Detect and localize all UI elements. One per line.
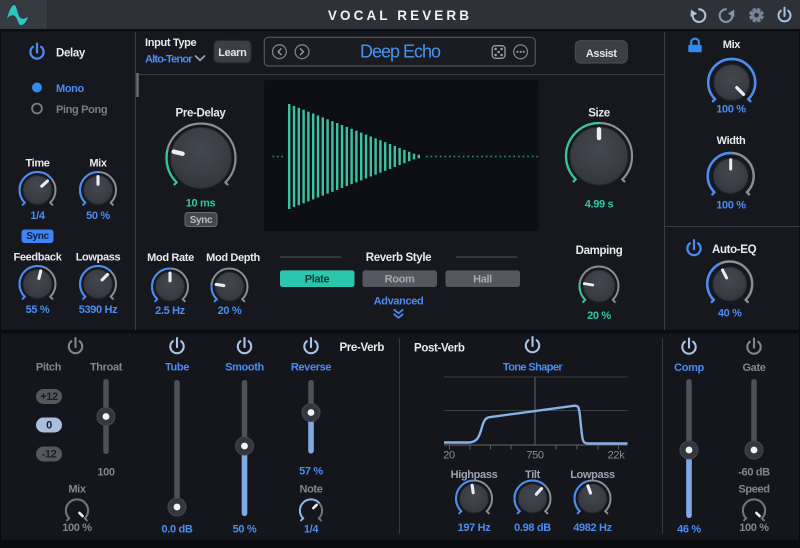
svg-text:Width: Width	[717, 135, 746, 147]
svg-text:100 %: 100 %	[716, 103, 746, 115]
svg-text:Learn: Learn	[218, 47, 247, 59]
svg-text:Pre-Delay: Pre-Delay	[176, 108, 227, 120]
svg-text:Reverse: Reverse	[291, 362, 332, 374]
svg-text:Tilt: Tilt	[525, 469, 541, 481]
svg-text:Mix: Mix	[89, 158, 108, 170]
svg-text:Gate: Gate	[742, 362, 765, 374]
svg-text:57 %: 57 %	[299, 466, 323, 478]
svg-text:100 %: 100 %	[716, 199, 746, 211]
svg-text:Mod Rate: Mod Rate	[147, 252, 194, 264]
svg-text:50 %: 50 %	[86, 210, 110, 222]
svg-text:20 %: 20 %	[218, 305, 242, 317]
svg-text:2.5 Hz: 2.5 Hz	[155, 305, 186, 317]
svg-text:Lowpass: Lowpass	[76, 252, 121, 264]
svg-text:0.98 dB: 0.98 dB	[514, 522, 551, 534]
svg-text:-60 dB: -60 dB	[738, 467, 770, 479]
svg-text:1/4: 1/4	[30, 210, 45, 222]
svg-text:Feedback: Feedback	[14, 252, 63, 264]
svg-text:Speed: Speed	[738, 484, 769, 496]
svg-text:Pre-Verb: Pre-Verb	[339, 342, 384, 354]
svg-text:-12: -12	[42, 449, 57, 461]
svg-text:100 %: 100 %	[62, 522, 92, 534]
svg-text:Alto-Tenor: Alto-Tenor	[145, 53, 193, 65]
svg-text:5390 Hz: 5390 Hz	[79, 304, 118, 316]
svg-text:10 ms: 10 ms	[186, 198, 216, 210]
svg-text:Mix: Mix	[68, 484, 87, 496]
svg-text:Damping: Damping	[576, 245, 623, 257]
svg-text:Delay: Delay	[56, 48, 86, 60]
svg-text:Hall: Hall	[473, 274, 492, 286]
svg-text:Sync: Sync	[190, 215, 213, 226]
svg-text:1/4: 1/4	[304, 524, 319, 536]
svg-text:55 %: 55 %	[26, 304, 50, 316]
svg-text:46 %: 46 %	[677, 524, 701, 536]
svg-text:Tone Shaper: Tone Shaper	[503, 362, 564, 374]
svg-text:0: 0	[46, 420, 52, 432]
svg-text:4.99 s: 4.99 s	[585, 199, 614, 211]
svg-text:Deep Echo: Deep Echo	[360, 42, 441, 62]
svg-text:VOCAL REVERB: VOCAL REVERB	[328, 8, 472, 23]
svg-text:750: 750	[526, 450, 544, 462]
svg-text:100 %: 100 %	[739, 522, 769, 534]
svg-text:40 %: 40 %	[718, 307, 742, 319]
svg-text:Input Type: Input Type	[145, 37, 197, 49]
svg-text:Throat: Throat	[90, 362, 123, 374]
svg-text:22k: 22k	[608, 450, 626, 462]
svg-text:197 Hz: 197 Hz	[458, 522, 492, 534]
svg-text:Comp: Comp	[674, 362, 704, 374]
svg-text:100: 100	[97, 467, 115, 479]
svg-text:Note: Note	[299, 484, 322, 496]
svg-text:Plate: Plate	[305, 274, 330, 286]
svg-text:20: 20	[443, 450, 455, 462]
svg-text:Room: Room	[385, 274, 415, 286]
svg-text:Mono: Mono	[56, 83, 85, 95]
svg-text:Advanced: Advanced	[374, 296, 424, 308]
svg-text:Sync: Sync	[26, 231, 49, 242]
svg-text:20 %: 20 %	[587, 310, 611, 322]
svg-text:Ping Pong: Ping Pong	[56, 104, 107, 116]
svg-text:Size: Size	[588, 108, 610, 120]
svg-text:0.0 dB: 0.0 dB	[162, 524, 193, 536]
svg-text:Tube: Tube	[165, 362, 189, 374]
svg-text:Smooth: Smooth	[225, 362, 264, 374]
svg-text:Time: Time	[25, 158, 49, 170]
svg-text:4982 Hz: 4982 Hz	[573, 522, 612, 534]
svg-text:Assist: Assist	[586, 48, 618, 60]
svg-text:Reverb Style: Reverb Style	[366, 252, 431, 264]
svg-text:Pitch: Pitch	[36, 362, 62, 374]
svg-text:+12: +12	[40, 391, 58, 403]
svg-text:Highpass: Highpass	[451, 469, 498, 481]
svg-text:Post-Verb: Post-Verb	[414, 343, 465, 355]
svg-text:Auto-EQ: Auto-EQ	[712, 244, 757, 256]
svg-text:50 %: 50 %	[233, 524, 257, 536]
svg-text:Mod Depth: Mod Depth	[206, 252, 260, 264]
svg-text:Mix: Mix	[723, 39, 742, 51]
svg-text:Lowpass: Lowpass	[570, 469, 615, 481]
